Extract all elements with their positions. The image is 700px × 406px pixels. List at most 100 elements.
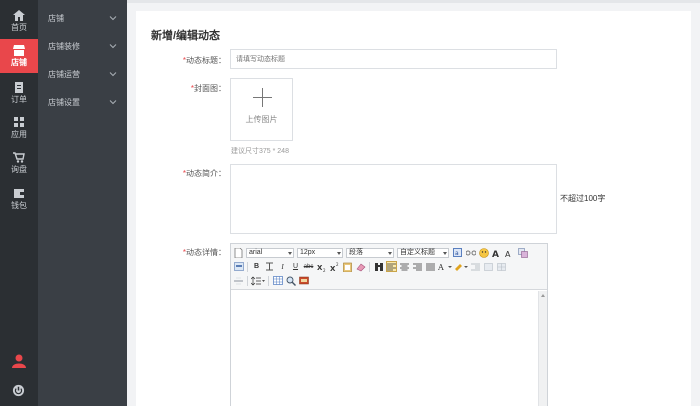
rail-item-inquiry[interactable]: 询盘 — [0, 146, 38, 180]
indent-icon[interactable] — [470, 261, 481, 272]
rail-label: 首页 — [11, 23, 27, 32]
upload-text: 上传图片 — [245, 115, 278, 124]
submenu-item-store[interactable]: 店铺 — [38, 4, 127, 32]
font-size-value: 12px — [300, 248, 316, 256]
dropdown-arrow-icon — [337, 251, 341, 255]
underline-icon[interactable]: U — [290, 261, 301, 272]
chevron-down-icon — [109, 44, 117, 49]
svg-text:A: A — [438, 263, 444, 272]
background-color-icon[interactable] — [454, 261, 468, 272]
emotion-icon[interactable] — [478, 247, 489, 258]
cover-label-text: 封面图： — [194, 84, 226, 93]
font-family-select[interactable]: arial — [246, 247, 294, 258]
rail-item-home[interactable]: 首页 — [0, 4, 38, 38]
paragraph-value: 段落 — [349, 248, 363, 256]
link-icon[interactable]: a — [452, 247, 463, 258]
cover-label: *封面图： — [146, 83, 226, 94]
user-icon[interactable] — [12, 354, 26, 368]
cart-icon — [13, 152, 25, 163]
page-title: 新增/编辑动态 — [151, 30, 221, 42]
submenu-item-decoration[interactable]: 店铺装修 — [38, 32, 127, 60]
intro-textarea[interactable] — [230, 164, 557, 234]
font-family-value: arial — [249, 248, 263, 256]
detail-label: *动态详情： — [146, 247, 226, 258]
chevron-down-icon — [109, 72, 117, 77]
svg-text:A: A — [492, 250, 499, 258]
detail-label-text: 动态详情： — [186, 248, 226, 257]
subscript-icon[interactable]: X2 — [316, 261, 327, 272]
strikethrough-icon[interactable]: abc — [303, 261, 314, 272]
outdent-icon[interactable] — [483, 261, 494, 272]
intro-limit-text: 不超过100字 — [560, 194, 606, 203]
rail-label: 询盘 — [11, 165, 27, 174]
wallet-icon — [14, 189, 24, 198]
align-center-icon[interactable] — [399, 261, 410, 272]
submenu-label: 店铺 — [48, 13, 64, 23]
intro-label-text: 动态简介： — [186, 169, 226, 178]
line-height-icon[interactable] — [251, 275, 265, 286]
format-icon[interactable] — [264, 261, 275, 272]
align-justify-icon[interactable] — [425, 261, 436, 272]
dropdown-arrow-icon — [388, 251, 392, 255]
store-icon — [13, 45, 25, 56]
editor-content-area[interactable] — [231, 291, 537, 406]
left-nav-rail: 首页 店铺 订单 应用 询盘 钱包 — [0, 0, 38, 406]
italic-icon[interactable]: I — [277, 261, 288, 272]
power-icon[interactable] — [12, 384, 25, 397]
submenu-label: 店铺装修 — [48, 41, 80, 51]
toolbar-separator — [268, 275, 269, 286]
rail-item-store[interactable]: 店铺 — [0, 39, 38, 73]
eraser-icon[interactable] — [355, 261, 366, 272]
image-icon[interactable] — [233, 261, 244, 272]
table-icon[interactable] — [496, 261, 507, 272]
rail-label: 订单 — [11, 95, 27, 104]
font-size-select[interactable]: 12px — [297, 247, 343, 258]
toolbar-separator — [247, 261, 248, 272]
title-label-text: 动态标题： — [186, 56, 226, 65]
align-left-icon[interactable] — [386, 261, 397, 272]
font-increase-icon[interactable]: A — [491, 247, 502, 258]
title-input[interactable] — [230, 49, 557, 69]
rail-label: 店铺 — [11, 58, 27, 67]
dropdown-arrow-icon — [288, 251, 292, 255]
horizontal-rule-icon[interactable] — [233, 275, 244, 286]
paragraph-select[interactable]: 段落 — [346, 247, 394, 258]
font-color-icon[interactable]: A — [438, 261, 452, 272]
store-submenu: 店铺 店铺装修 店铺运营 店铺设置 — [38, 0, 127, 406]
cover-upload-button[interactable]: 上传图片 — [230, 78, 293, 141]
align-right-icon[interactable] — [412, 261, 423, 272]
insert-table-icon[interactable] — [272, 275, 283, 286]
font-decrease-icon[interactable]: A — [504, 247, 515, 258]
custom-title-select[interactable]: 自定义标题 — [397, 247, 449, 258]
top-bar — [127, 0, 700, 3]
submenu-item-settings[interactable]: 店铺设置 — [38, 88, 127, 116]
scroll-up-icon — [541, 294, 545, 297]
rail-label: 应用 — [11, 130, 27, 139]
order-icon — [15, 82, 23, 93]
plus-icon-stem — [262, 88, 263, 107]
editor-scrollbar[interactable] — [538, 291, 547, 406]
insert-media-icon[interactable] — [298, 275, 309, 286]
apps-icon — [14, 117, 24, 127]
submenu-item-operation[interactable]: 店铺运营 — [38, 60, 127, 88]
svg-text:A: A — [505, 250, 511, 258]
paste-plain-icon[interactable] — [342, 261, 353, 272]
intro-label: *动态简介： — [146, 168, 226, 179]
dropdown-arrow-icon — [443, 251, 447, 255]
search-icon[interactable] — [285, 275, 296, 286]
svg-text:2: 2 — [323, 268, 326, 272]
translate-icon[interactable] — [517, 247, 528, 258]
bold-icon[interactable]: B — [251, 261, 262, 272]
superscript-icon[interactable]: X2 — [329, 261, 340, 272]
source-icon[interactable] — [233, 247, 244, 258]
rail-item-orders[interactable]: 订单 — [0, 76, 38, 110]
custom-title-value: 自定义标题 — [400, 248, 435, 256]
rail-label: 钱包 — [11, 201, 27, 210]
rail-item-apps[interactable]: 应用 — [0, 111, 38, 145]
unlink-icon[interactable] — [465, 247, 476, 258]
rail-item-wallet[interactable]: 钱包 — [0, 182, 38, 216]
format-painter-icon[interactable] — [373, 261, 384, 272]
home-icon — [13, 10, 25, 21]
cover-size-hint: 建议尺寸375 * 248 — [231, 148, 289, 155]
submenu-label: 店铺设置 — [48, 97, 80, 107]
